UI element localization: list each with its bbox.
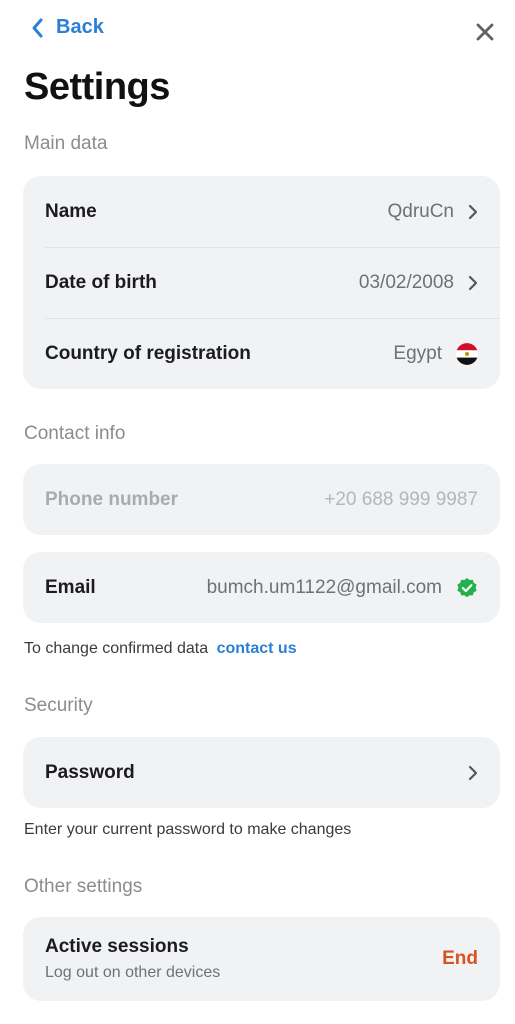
country-row: Country of registration Egypt bbox=[23, 318, 500, 389]
date-of-birth-value: 03/02/2008 bbox=[358, 271, 454, 293]
name-label: Name bbox=[45, 200, 97, 222]
country-value: Egypt bbox=[393, 342, 442, 364]
email-value: bumch.um1122@gmail.com bbox=[206, 576, 442, 598]
section-label-security: Security bbox=[24, 695, 93, 716]
active-sessions-title: Active sessions bbox=[45, 936, 189, 957]
back-button[interactable]: Back bbox=[30, 16, 104, 39]
password-card: Password bbox=[23, 737, 500, 808]
password-label: Password bbox=[45, 761, 135, 783]
country-label: Country of registration bbox=[45, 342, 251, 364]
section-label-other-settings: Other settings bbox=[24, 876, 143, 897]
phone-value: +20 688 999 9987 bbox=[324, 488, 478, 510]
active-sessions-texts: Active sessions Log out on other devices bbox=[45, 936, 442, 982]
end-sessions-button[interactable]: End bbox=[442, 948, 478, 970]
active-sessions-subtitle: Log out on other devices bbox=[45, 964, 221, 981]
settings-page: Back Settings Main data Name QdruCn Date… bbox=[0, 0, 515, 1024]
email-card: Email bumch.um1122@gmail.com bbox=[23, 552, 500, 623]
password-note: Enter your current password to make chan… bbox=[24, 821, 352, 838]
date-of-birth-row[interactable]: Date of birth 03/02/2008 bbox=[23, 247, 500, 318]
date-of-birth-label: Date of birth bbox=[45, 271, 157, 293]
section-label-contact-info: Contact info bbox=[24, 423, 126, 444]
egypt-flag-icon bbox=[456, 342, 478, 365]
name-value: QdruCn bbox=[387, 200, 454, 222]
top-bar: Back bbox=[0, 0, 515, 60]
chevron-left-icon bbox=[32, 18, 43, 37]
phone-label: Phone number bbox=[45, 488, 179, 510]
chevron-right-icon bbox=[468, 275, 478, 290]
section-label-main-data: Main data bbox=[24, 133, 108, 154]
main-data-card: Name QdruCn Date of birth 03/02/2008 Cou… bbox=[23, 176, 500, 389]
email-label: Email bbox=[45, 576, 96, 598]
active-sessions-card: Active sessions Log out on other devices… bbox=[23, 917, 500, 1001]
back-label: Back bbox=[56, 16, 104, 38]
contact-us-link[interactable]: contact us bbox=[217, 640, 297, 657]
active-sessions-row: Active sessions Log out on other devices… bbox=[23, 917, 500, 1001]
phone-row: Phone number +20 688 999 9987 bbox=[23, 464, 500, 535]
email-row[interactable]: Email bumch.um1122@gmail.com bbox=[23, 552, 500, 623]
chevron-right-icon bbox=[468, 765, 478, 780]
password-row[interactable]: Password bbox=[23, 737, 500, 808]
page-title: Settings bbox=[24, 66, 170, 108]
contact-note-text: To change confirmed data bbox=[24, 640, 209, 657]
verified-check-icon bbox=[457, 577, 477, 597]
name-row[interactable]: Name QdruCn bbox=[23, 176, 500, 247]
contact-note: To change confirmed data contact us bbox=[24, 640, 297, 658]
close-icon[interactable] bbox=[473, 20, 497, 44]
phone-card: Phone number +20 688 999 9987 bbox=[23, 464, 500, 535]
chevron-right-icon bbox=[468, 204, 478, 219]
